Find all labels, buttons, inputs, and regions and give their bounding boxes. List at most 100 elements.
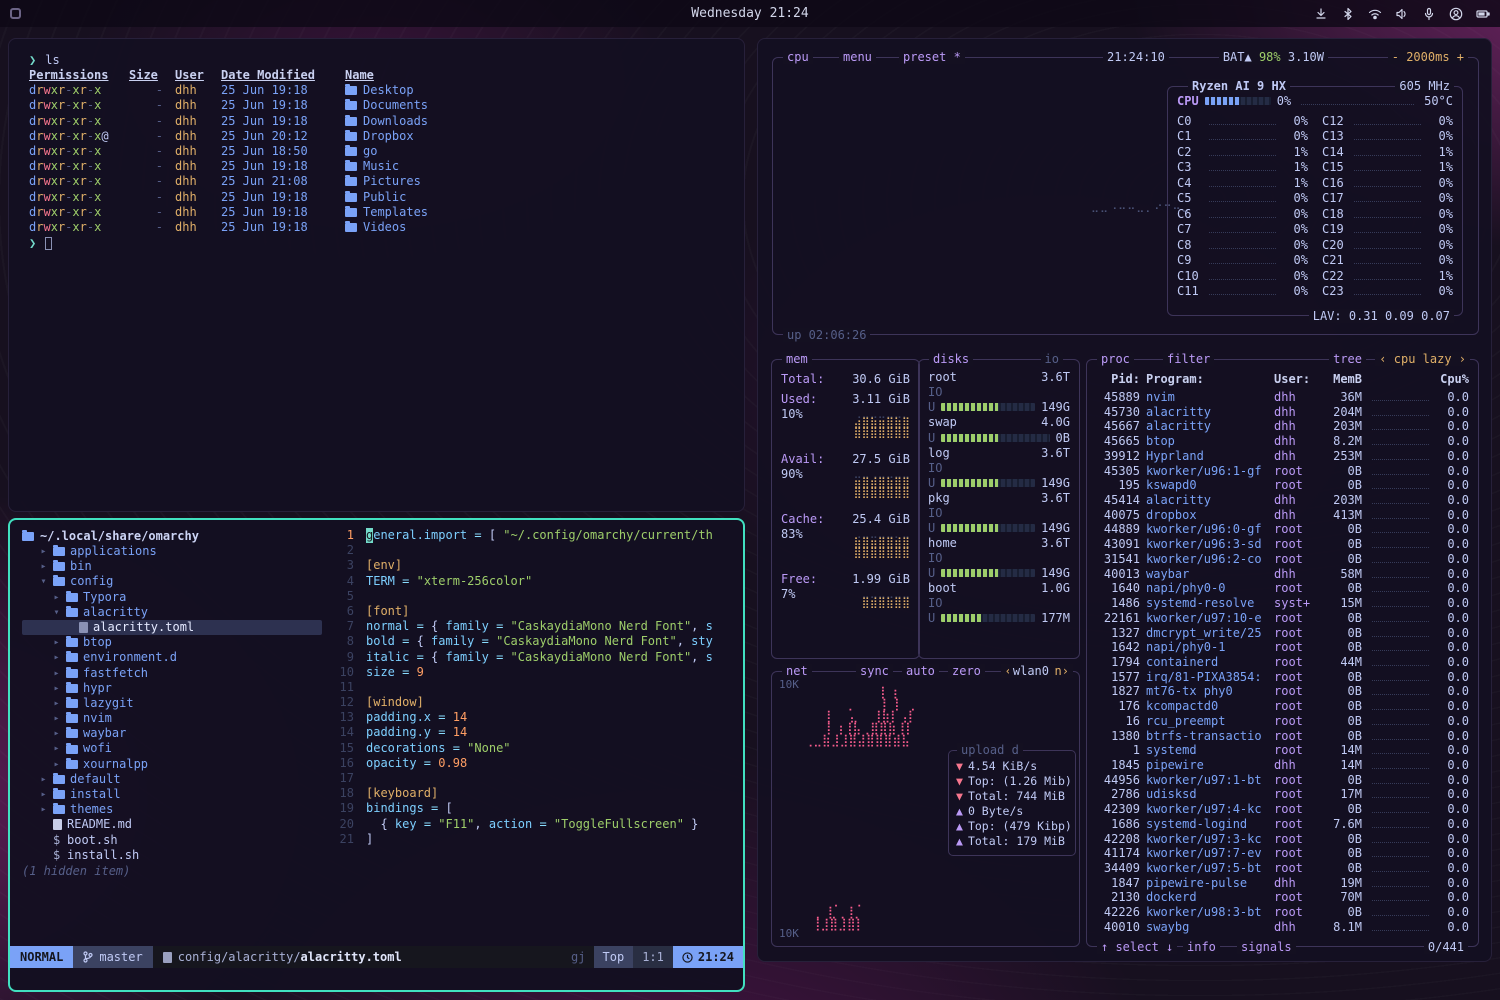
proc-header-cell[interactable] (1368, 372, 1433, 387)
process-row[interactable]: 45889nvimdhh36M0.0 (1096, 390, 1469, 404)
process-row[interactable]: 45730alacrittydhh204M0.0 (1096, 405, 1469, 419)
code-line[interactable]: 6[font] (332, 604, 743, 619)
process-row[interactable]: 1577irq/81-PIXA3854:root0B0.0 (1096, 670, 1469, 684)
refresh-interval[interactable]: - 2000ms + (1388, 50, 1468, 64)
process-row[interactable]: 43091kworker/u96:3-sdroot0B0.0 (1096, 537, 1469, 551)
signals-button[interactable]: signals (1237, 940, 1296, 954)
process-row[interactable]: 45414alacrittydhh203M0.0 (1096, 493, 1469, 507)
process-row[interactable]: 41174kworker/u97:7-evroot0B0.0 (1096, 846, 1469, 860)
tree-item-install.sh[interactable]: $install.sh (22, 848, 322, 863)
tree-item-btop[interactable]: ▸btop (22, 635, 322, 650)
code-line[interactable]: 19bindings = [ (332, 801, 743, 816)
tree-toggle[interactable]: tree (1329, 352, 1366, 366)
mic-icon[interactable] (1422, 7, 1436, 21)
mem-box-title[interactable]: mem (782, 352, 812, 366)
wifi-icon[interactable] (1368, 7, 1382, 21)
tree-item-waybar[interactable]: ▸waybar (22, 726, 322, 741)
code-line[interactable]: 8bold = { family = "CaskaydiaMono Nerd F… (332, 634, 743, 649)
tree-item-boot.sh[interactable]: $boot.sh (22, 833, 322, 848)
process-row[interactable]: 2130dockerdroot70M0.0 (1096, 890, 1469, 904)
code-line[interactable]: 7normal = { family = "CaskaydiaMono Nerd… (332, 619, 743, 634)
tree-item-lazygit[interactable]: ▸lazygit (22, 696, 322, 711)
tree-item-xournalpp[interactable]: ▸xournalpp (22, 757, 322, 772)
tree-item-environment.d[interactable]: ▸environment.d (22, 650, 322, 665)
tree-item-nvim[interactable]: ▸nvim (22, 711, 322, 726)
info-button[interactable]: info (1183, 940, 1220, 954)
process-row[interactable]: 1640napi/phy0-0root0B0.0 (1096, 581, 1469, 595)
process-row[interactable]: 42309kworker/u97:4-kcroot0B0.0 (1096, 802, 1469, 816)
process-row[interactable]: 42226kworker/u98:3-btroot0B0.0 (1096, 905, 1469, 919)
process-row[interactable]: 176kcompactd0root0B0.0 (1096, 699, 1469, 713)
tree-item-install[interactable]: ▸install (22, 787, 322, 802)
volume-icon[interactable] (1395, 7, 1409, 21)
process-row[interactable]: 22161kworker/u97:10-eroot0B0.0 (1096, 611, 1469, 625)
code-line[interactable]: 3[env] (332, 558, 743, 573)
process-row[interactable]: 42208kworker/u97:3-kcroot0B0.0 (1096, 832, 1469, 846)
proc-header-cell[interactable]: Program: (1146, 372, 1268, 387)
code-line[interactable]: 12[window] (332, 695, 743, 710)
workspace-indicator[interactable] (10, 8, 21, 19)
net-zero-button[interactable]: zero (948, 664, 985, 678)
bluetooth-icon[interactable] (1341, 7, 1355, 21)
select-buttons[interactable]: ↑ select ↓ (1097, 940, 1177, 954)
tree-item-fastfetch[interactable]: ▸fastfetch (22, 666, 322, 681)
code-line[interactable]: 5 (332, 589, 743, 604)
proc-header-cell[interactable]: User: (1274, 372, 1316, 387)
code-line[interactable]: 1general.import = [ "~/.config/omarchy/c… (332, 528, 743, 543)
process-row[interactable]: 45305kworker/u96:1-gfroot0B0.0 (1096, 464, 1469, 478)
process-row[interactable]: 1642napi/phy0-1root0B0.0 (1096, 640, 1469, 654)
tree-item-themes[interactable]: ▸themes (22, 802, 322, 817)
code-line[interactable]: 4TERM = "xterm-256color" (332, 574, 743, 589)
process-row[interactable]: 44956kworker/u97:1-btroot0B0.0 (1096, 773, 1469, 787)
process-row[interactable]: 1845pipewiredhh14M0.0 (1096, 758, 1469, 772)
process-row[interactable]: 2786udisksdroot17M0.0 (1096, 787, 1469, 801)
code-line[interactable]: 9italic = { family = "CaskaydiaMono Nerd… (332, 650, 743, 665)
process-row[interactable]: 40010swaybgdhh8.1M0.0 (1096, 920, 1469, 934)
net-auto-button[interactable]: auto (902, 664, 939, 678)
process-row[interactable]: 1380btrfs-transactioroot0B0.0 (1096, 729, 1469, 743)
user-icon[interactable] (1449, 7, 1463, 21)
code-line[interactable]: 17 (332, 771, 743, 786)
tree-item-bin[interactable]: ▸bin (22, 559, 322, 574)
menu-button[interactable]: menu (839, 50, 876, 64)
proc-header-cell[interactable]: Pid: (1096, 372, 1140, 387)
io-toggle[interactable]: io (1041, 352, 1063, 366)
tree-root[interactable]: ~/.local/share/omarchy (22, 528, 332, 544)
code-line[interactable]: 13padding.x = 14 (332, 710, 743, 725)
cpu-box-title[interactable]: cpu (783, 50, 813, 64)
tree-item-alacritty.toml[interactable]: alacritty.toml (22, 620, 322, 635)
tree-item-wofi[interactable]: ▸wofi (22, 741, 322, 756)
tree-item-alacritty[interactable]: ▾alacritty (22, 605, 322, 620)
code-line[interactable]: 20 { key = "F11", action = "ToggleFullsc… (332, 817, 743, 832)
process-row[interactable]: 45665btopdhh8.2M0.0 (1096, 434, 1469, 448)
code-line[interactable]: 14padding.y = 14 (332, 725, 743, 740)
net-sync-button[interactable]: sync (856, 664, 893, 678)
tree-item-Typora[interactable]: ▸Typora (22, 590, 322, 605)
process-row[interactable]: 1827mt76-tx phy0root0B0.0 (1096, 684, 1469, 698)
code-line[interactable]: 11 (332, 680, 743, 695)
code-line[interactable]: 21] (332, 832, 743, 847)
code-line[interactable]: 10size = 9 (332, 665, 743, 680)
filter-button[interactable]: filter (1163, 352, 1214, 366)
tree-item-hypr[interactable]: ▸hypr (22, 681, 322, 696)
proc-box-title[interactable]: proc (1097, 352, 1134, 366)
code-line[interactable]: 15decorations = "None" (332, 741, 743, 756)
tree-item-README.md[interactable]: README.md (22, 817, 322, 832)
process-row[interactable]: 1794containerdroot44M0.0 (1096, 655, 1469, 669)
process-row[interactable]: 39912Hyprlanddhh253M0.0 (1096, 449, 1469, 463)
sort-selector[interactable]: ‹ cpu lazy › (1375, 352, 1470, 366)
process-row[interactable]: 34409kworker/u97:5-btroot0B0.0 (1096, 861, 1469, 875)
process-row[interactable]: 45667alacrittydhh203M0.0 (1096, 419, 1469, 433)
process-row[interactable]: 16rcu_preemptroot0B0.0 (1096, 714, 1469, 728)
process-row[interactable]: 40075dropboxdhh413M0.0 (1096, 508, 1469, 522)
code-line[interactable]: 18[keyboard] (332, 786, 743, 801)
code-line[interactable]: 2 (332, 543, 743, 558)
download-icon[interactable] (1314, 7, 1328, 21)
process-row[interactable]: 1847pipewire-pulsedhh19M0.0 (1096, 876, 1469, 890)
process-row[interactable]: 1486systemd-resolvesyst+15M0.0 (1096, 596, 1469, 610)
process-row[interactable]: 40013waybardhh58M0.0 (1096, 567, 1469, 581)
tree-item-config[interactable]: ▾config (22, 574, 322, 589)
tree-item-default[interactable]: ▸default (22, 772, 322, 787)
process-row[interactable]: 44889kworker/u96:0-gfroot0B0.0 (1096, 522, 1469, 536)
process-row[interactable]: 195kswapd0root0B0.0 (1096, 478, 1469, 492)
